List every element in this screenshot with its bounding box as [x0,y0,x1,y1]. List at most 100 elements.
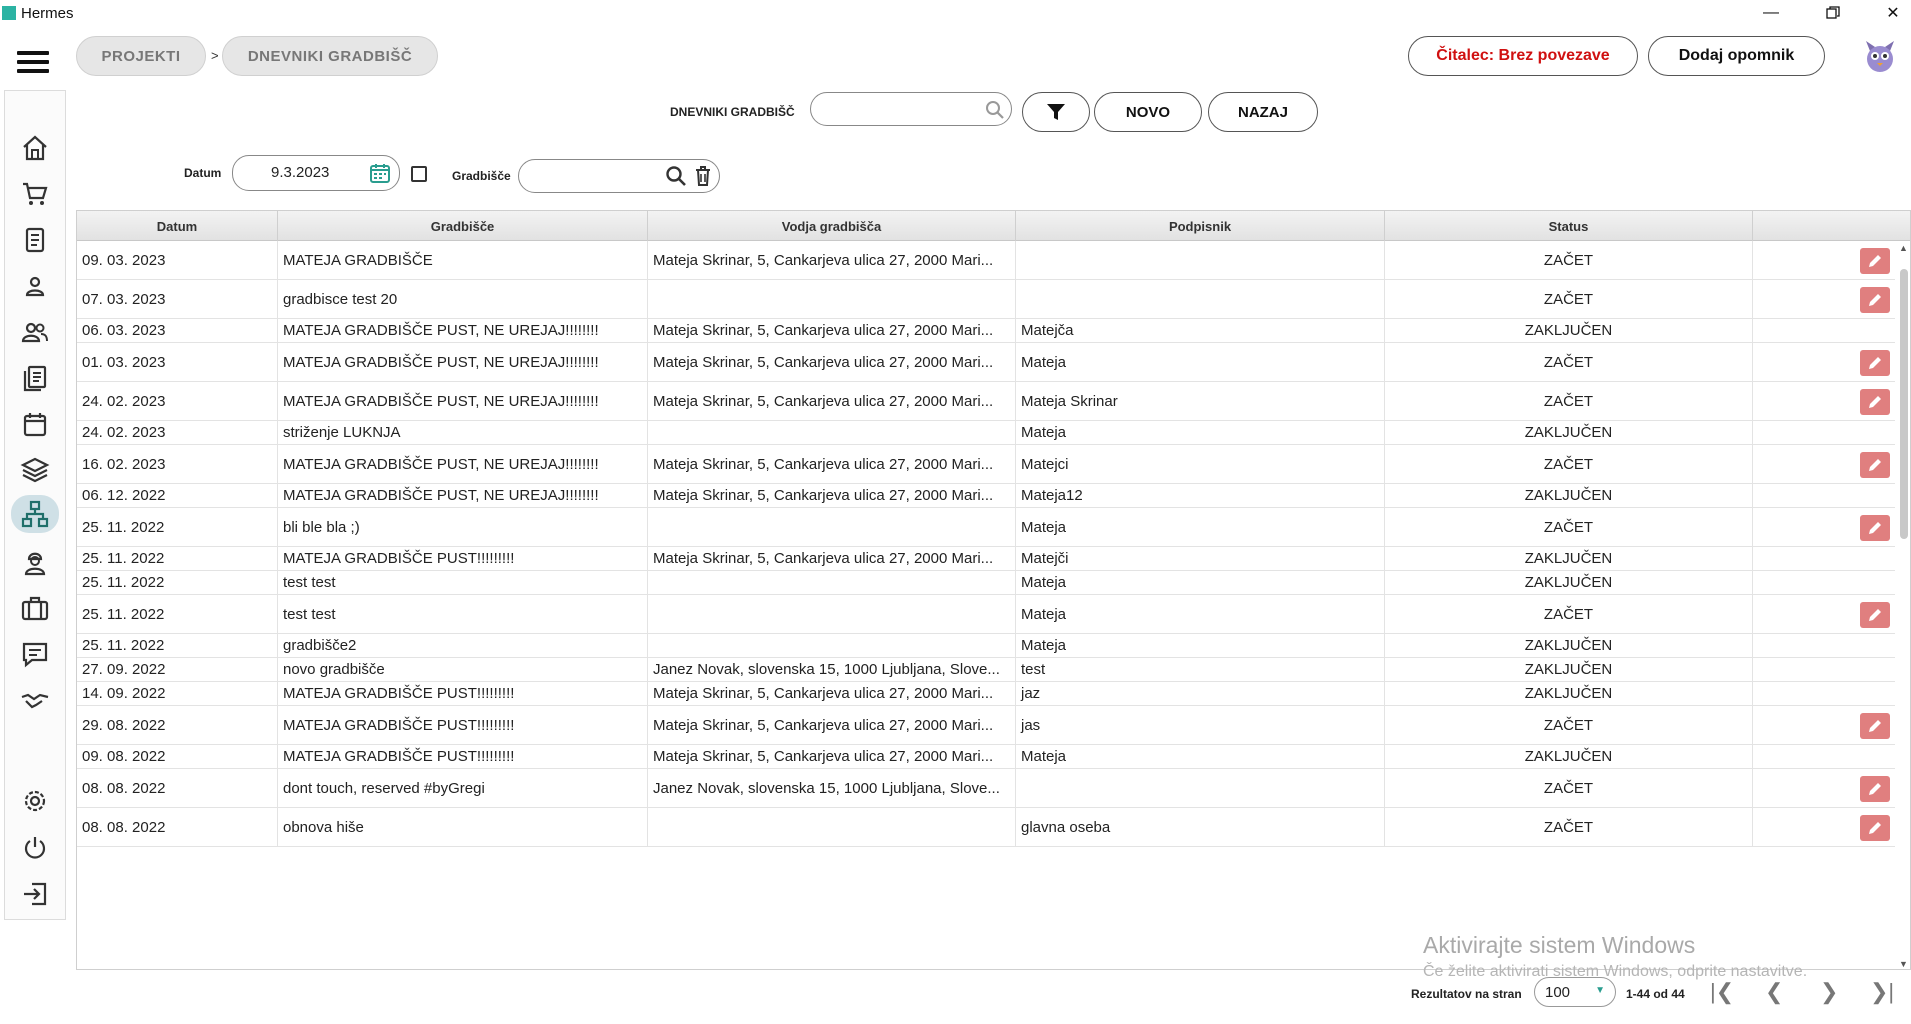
table-row[interactable]: 24. 02. 2023 striženje LUKNJA Mateja ZAKLJU… [77,421,1895,445]
table-row[interactable]: 06. 03. 2023 MATEJA GRADBIŠČE PUST, NE UR… [77,319,1895,343]
cell-date: 07. 03. 2023 [77,280,278,318]
table-row[interactable]: 07. 03. 2023 gradbisce test 20 ZAČET [77,280,1895,319]
calendar-icon[interactable] [14,407,56,441]
person-icon[interactable] [14,269,56,303]
site-input[interactable] [529,160,659,190]
first-page-icon[interactable]: |❮ [1710,979,1734,1005]
table-row[interactable]: 08. 08. 2022 dont touch, reserved #byGreg… [77,769,1895,808]
search-field[interactable] [810,92,1012,126]
table-row[interactable]: 14. 09. 2022 MATEJA GRADBIŠČE PUST!!!!!!!… [77,682,1895,706]
per-page-select[interactable]: 100 ▼ [1534,977,1616,1007]
edit-button[interactable] [1860,602,1890,628]
cell-status: ZAKLJUČEN [1385,571,1753,594]
cell-site: MATEJA GRADBIŠČE PUST, NE UREJAJ!!!!!!!! [278,382,648,420]
site-search-icon[interactable] [665,165,687,187]
cell-site: test test [278,595,648,633]
site-field[interactable] [518,159,720,193]
cell-manager [648,571,1016,594]
column-header-date[interactable]: Datum [77,211,278,241]
table-row[interactable]: 09. 08. 2022 MATEJA GRADBIŠČE PUST!!!!!!!… [77,745,1895,769]
menu-icon[interactable] [17,51,49,73]
list-document-icon[interactable] [14,361,56,395]
worker-icon[interactable] [14,545,56,579]
avatar-icon[interactable] [1862,35,1898,75]
briefcase-icon[interactable] [14,591,56,625]
breadcrumb-projekti[interactable]: PROJEKTI [76,36,206,76]
table-row[interactable]: 06. 12. 2022 MATEJA GRADBIŠČE PUST, NE UR… [77,484,1895,508]
date-checkbox[interactable] [411,166,427,182]
gear-icon[interactable] [14,784,56,818]
edit-button[interactable] [1860,389,1890,415]
cell-site: MATEJA GRADBIŠČE PUST, NE UREJAJ!!!!!!!! [278,445,648,483]
pencil-icon [1869,396,1881,408]
people-icon[interactable] [14,315,56,349]
minimize-icon[interactable]: — [1748,0,1794,26]
previous-page-icon[interactable]: ❮ [1765,979,1783,1005]
scroll-down-icon[interactable]: ▼ [1899,959,1908,969]
table-scrollbar[interactable]: ▲ ▼ [1897,241,1910,969]
calendar-picker-icon[interactable] [369,162,391,184]
table-row[interactable]: 29. 08. 2022 MATEJA GRADBIŠČE PUST!!!!!!!… [77,706,1895,745]
date-value[interactable]: 9.3.2023 [271,164,329,181]
table-row[interactable]: 25. 11. 2022 bli ble bla ;) Mateja ZAČET [77,508,1895,547]
edit-button[interactable] [1860,452,1890,478]
add-reminder-button[interactable]: Dodaj opomnik [1648,36,1825,76]
window-titlebar: Hermes [0,0,1911,26]
breadcrumb-dnevniki[interactable]: DNEVNIKI GRADBIŠČ [222,36,438,76]
column-header-manager[interactable]: Vodja gradbišča [648,211,1016,241]
search-input[interactable] [821,93,981,123]
edit-button[interactable] [1860,815,1890,841]
cell-site: MATEJA GRADBIŠČE [278,241,648,279]
cell-signer: Mateja [1016,595,1385,633]
table-row[interactable]: 25. 11. 2022 gradbišče2 Mateja ZAKLJUČEN [77,634,1895,658]
table-row[interactable]: 01. 03. 2023 MATEJA GRADBIŠČE PUST, NE UR… [77,343,1895,382]
column-header-status[interactable]: Status [1385,211,1753,241]
table-row[interactable]: 08. 08. 2022 obnova hiše glavna oseba ZAČET [77,808,1895,847]
scroll-up-icon[interactable]: ▲ [1899,243,1908,253]
cart-icon[interactable] [14,177,56,211]
table-row[interactable]: 24. 02. 2023 MATEJA GRADBIŠČE PUST, NE UR… [77,382,1895,421]
table-row[interactable]: 25. 11. 2022 test test Mateja ZAKLJUČEN [77,571,1895,595]
search-icon[interactable] [985,100,1005,120]
date-field[interactable]: 9.3.2023 [232,155,400,191]
layers-icon[interactable] [14,453,56,487]
table-row[interactable]: 27. 09. 2022 novo gradbišče Janez Novak, s… [77,658,1895,682]
power-icon[interactable] [14,831,56,865]
column-header-signer[interactable]: Podpisnik [1016,211,1385,241]
edit-button[interactable] [1860,248,1890,274]
reader-status-button[interactable]: Čitalec: Brez povezave [1408,36,1638,76]
column-header-site[interactable]: Gradbišče [278,211,648,241]
chat-icon[interactable] [14,637,56,671]
cell-manager [648,508,1016,546]
pagination: Rezultatov na stran 100 ▼ 1-44 od 44 |❮ … [0,975,1911,1015]
edit-button[interactable] [1860,515,1890,541]
table-row[interactable]: 09. 03. 2023 MATEJA GRADBIŠČE Mateja Skrin… [77,241,1895,280]
last-page-icon[interactable]: ❯| [1870,979,1894,1005]
trash-icon[interactable] [693,165,713,187]
restore-icon[interactable] [1810,0,1856,26]
back-button[interactable]: NAZAJ [1208,92,1318,132]
cell-site: MATEJA GRADBIŠČE PUST, NE UREJAJ!!!!!!!! [278,343,648,381]
close-icon[interactable]: ✕ [1870,0,1911,26]
edit-button[interactable] [1860,287,1890,313]
table-row[interactable]: 25. 11. 2022 test test Mateja ZAČET [77,595,1895,634]
cell-site: MATEJA GRADBIŠČE PUST!!!!!!!!! [278,547,648,570]
edit-button[interactable] [1860,776,1890,802]
home-icon[interactable] [14,131,56,165]
next-page-icon[interactable]: ❯ [1820,979,1838,1005]
scrollbar-thumb[interactable] [1900,269,1908,539]
edit-button[interactable] [1860,713,1890,739]
edit-button[interactable] [1860,350,1890,376]
document-icon[interactable] [14,223,56,257]
table-row[interactable]: 16. 02. 2023 MATEJA GRADBIŠČE PUST, NE UR… [77,445,1895,484]
filter-button[interactable] [1022,92,1090,132]
cell-manager [648,421,1016,444]
pencil-icon [1869,255,1881,267]
cell-status: ZAČET [1385,769,1753,807]
handshake-icon[interactable] [14,683,56,717]
sitemap-icon[interactable] [11,495,59,533]
cell-signer: Mateja12 [1016,484,1385,507]
table-row[interactable]: 25. 11. 2022 MATEJA GRADBIŠČE PUST!!!!!!!… [77,547,1895,571]
new-button[interactable]: NOVO [1094,92,1202,132]
logout-icon[interactable] [14,877,56,911]
